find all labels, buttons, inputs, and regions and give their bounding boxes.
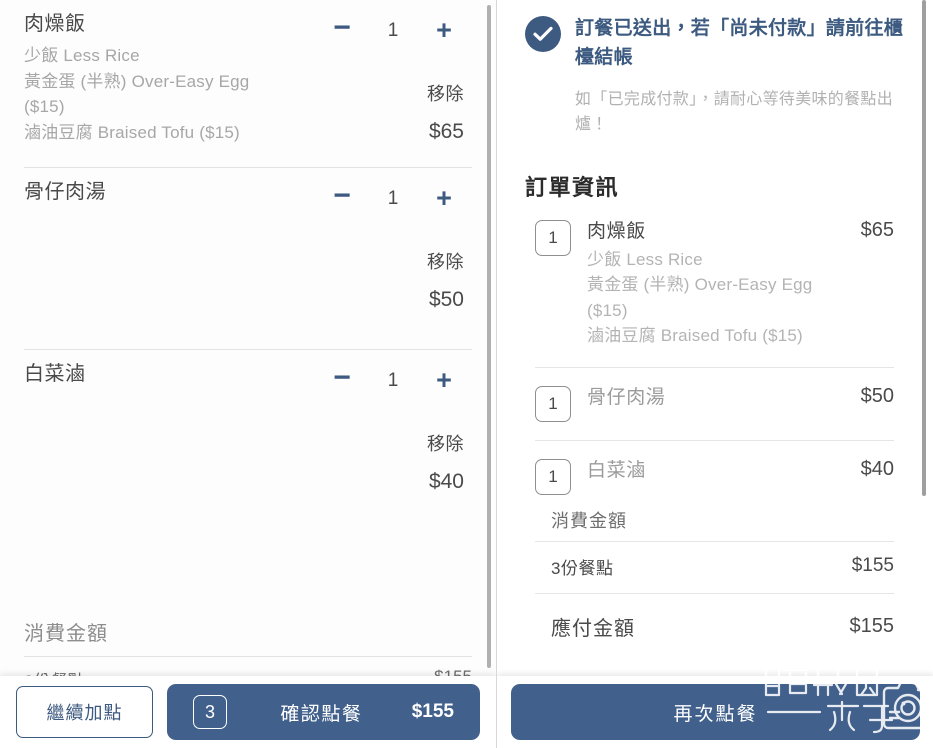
order-item-row: 1 肉燥飯 少飯 Less Rice 黃金蛋 (半熟) Over-Easy Eg… <box>535 202 894 368</box>
cart-item: 骨仔肉湯 − 1 + 移除 $50 <box>24 168 472 350</box>
cart-item-price: $65 <box>428 120 464 143</box>
quantity-stepper: − 1 + <box>257 178 472 218</box>
remove-item-button[interactable]: 移除 <box>427 430 464 456</box>
cart-item-controls: − 1 + <box>257 360 472 400</box>
quantity-value: 1 <box>387 369 399 391</box>
increment-button[interactable]: + <box>416 184 472 212</box>
reorder-button[interactable]: 再次點餐 <box>511 684 920 740</box>
order-grand-total-row: 應付金額 $155 <box>535 594 894 647</box>
order-item-price: $50 <box>860 384 894 407</box>
cart-item-price: $50 <box>428 288 464 311</box>
confirm-order-button[interactable]: 3 確認點餐 $155 <box>167 684 480 740</box>
app-screen: 肉燥飯 少飯 Less Rice 黃金蛋 (半熟) Over-Easy Egg … <box>0 0 933 748</box>
quantity-value: 1 <box>387 187 399 209</box>
order-item-price: $40 <box>860 457 894 480</box>
item-count-badge: 3 <box>193 695 227 729</box>
cart-item: 肉燥飯 少飯 Less Rice 黃金蛋 (半熟) Over-Easy Egg … <box>24 0 472 168</box>
quantity-value: 1 <box>387 19 399 41</box>
order-item-details: 白菜滷 <box>587 457 845 486</box>
cart-panel: 肉燥飯 少飯 Less Rice 黃金蛋 (半熟) Over-Easy Egg … <box>0 0 496 748</box>
continue-ordering-button[interactable]: 繼續加點 <box>16 686 153 738</box>
remove-item-button[interactable]: 移除 <box>427 80 464 106</box>
remove-item-button[interactable]: 移除 <box>427 248 464 274</box>
order-item-option: 滷油豆腐 Braised Tofu ($15) <box>587 326 803 346</box>
order-item-quantity: 1 <box>535 385 571 422</box>
order-item-row: 1 骨仔肉湯 $50 <box>535 368 894 441</box>
confirmation-scrollbar[interactable] <box>922 0 926 496</box>
cart-item-option: 少飯 Less Rice <box>24 46 140 65</box>
increment-button[interactable]: + <box>416 366 472 394</box>
cart-item-option: 黃金蛋 (半熟) Over-Easy Egg ($15) <box>24 71 250 117</box>
confirm-order-total: $155 <box>411 701 454 722</box>
cart-item-controls: − 1 + <box>257 10 472 50</box>
cart-scrollbar[interactable] <box>487 5 491 668</box>
cart-spacer <box>0 515 496 591</box>
cart-action-bar: 繼續加點 3 確認點餐 $155 <box>0 676 496 748</box>
decrement-button[interactable]: − <box>314 13 370 43</box>
order-item-details: 肉燥飯 少飯 Less Rice 黃金蛋 (半熟) Over-Easy Egg … <box>587 218 845 349</box>
order-grand-total-value: $155 <box>849 614 895 637</box>
order-item-name: 肉燥飯 <box>587 221 646 243</box>
confirmation-action-bar: 再次點餐 <box>497 676 933 748</box>
order-item-row: 1 白菜滷 $40 <box>535 441 894 501</box>
check-circle-icon <box>525 16 561 52</box>
order-status-title: 訂餐已送出，若「尚未付款」請前往櫃檯結帳 <box>575 18 904 69</box>
order-subtotal-label: 3份餐點 <box>551 558 614 578</box>
order-subtotal-row: 3份餐點 $155 <box>535 542 894 593</box>
order-item-option: 黃金蛋 (半熟) Over-Easy Egg ($15) <box>587 275 813 320</box>
cart-item: 白菜滷 − 1 + 移除 $40 <box>24 350 472 515</box>
cart-item-list: 肉燥飯 少飯 Less Rice 黃金蛋 (半熟) Over-Easy Egg … <box>0 0 496 515</box>
order-info-title: 訂單資訊 <box>525 175 620 201</box>
increment-button[interactable]: + <box>416 16 472 44</box>
cart-item-option: 滷油豆腐 Braised Tofu ($15) <box>24 122 240 142</box>
order-item-quantity: 1 <box>535 458 571 495</box>
confirmation-panel: 訂餐已送出，若「尚未付款」請前往櫃檯結帳 如「已完成付款」，請耐心等待美味的餐點… <box>496 0 933 748</box>
order-item-name: 白菜滷 <box>587 459 646 481</box>
order-status-subtitle: 如「已完成付款」，請耐心等待美味的餐點出爐！ <box>575 90 894 134</box>
order-status-header: 訂餐已送出，若「尚未付款」請前往櫃檯結帳 <box>497 0 933 73</box>
quantity-stepper: − 1 + <box>257 360 472 400</box>
confirmation-scroll-area[interactable]: 訂餐已送出，若「尚未付款」請前往櫃檯結帳 如「已完成付款」，請耐心等待美味的餐點… <box>497 0 933 748</box>
cart-summary-title: 消費金額 <box>24 623 108 645</box>
decrement-button[interactable]: − <box>314 363 370 393</box>
order-item-name: 骨仔肉湯 <box>587 386 666 408</box>
decrement-button[interactable]: − <box>314 181 370 211</box>
order-totals: 消費金額 3份餐點 $155 應付金額 $155 <box>497 501 933 647</box>
order-totals-title: 消費金額 <box>551 510 627 531</box>
order-item-details: 骨仔肉湯 <box>587 384 845 413</box>
cart-item-controls: − 1 + <box>257 178 472 218</box>
order-item-price: $65 <box>860 219 894 242</box>
confirm-order-label: 確認點餐 <box>280 703 363 725</box>
quantity-stepper: − 1 + <box>257 10 472 50</box>
order-item-option: 少飯 Less Rice <box>587 249 703 269</box>
order-grand-total-label: 應付金額 <box>551 617 635 640</box>
cart-scroll-area[interactable]: 肉燥飯 少飯 Less Rice 黃金蛋 (半熟) Over-Easy Egg … <box>0 0 496 748</box>
order-subtotal-value: $155 <box>851 555 894 577</box>
cart-item-price: $40 <box>428 470 464 493</box>
order-item-list: 1 肉燥飯 少飯 Less Rice 黃金蛋 (半熟) Over-Easy Eg… <box>497 202 933 501</box>
order-item-quantity: 1 <box>535 220 571 257</box>
